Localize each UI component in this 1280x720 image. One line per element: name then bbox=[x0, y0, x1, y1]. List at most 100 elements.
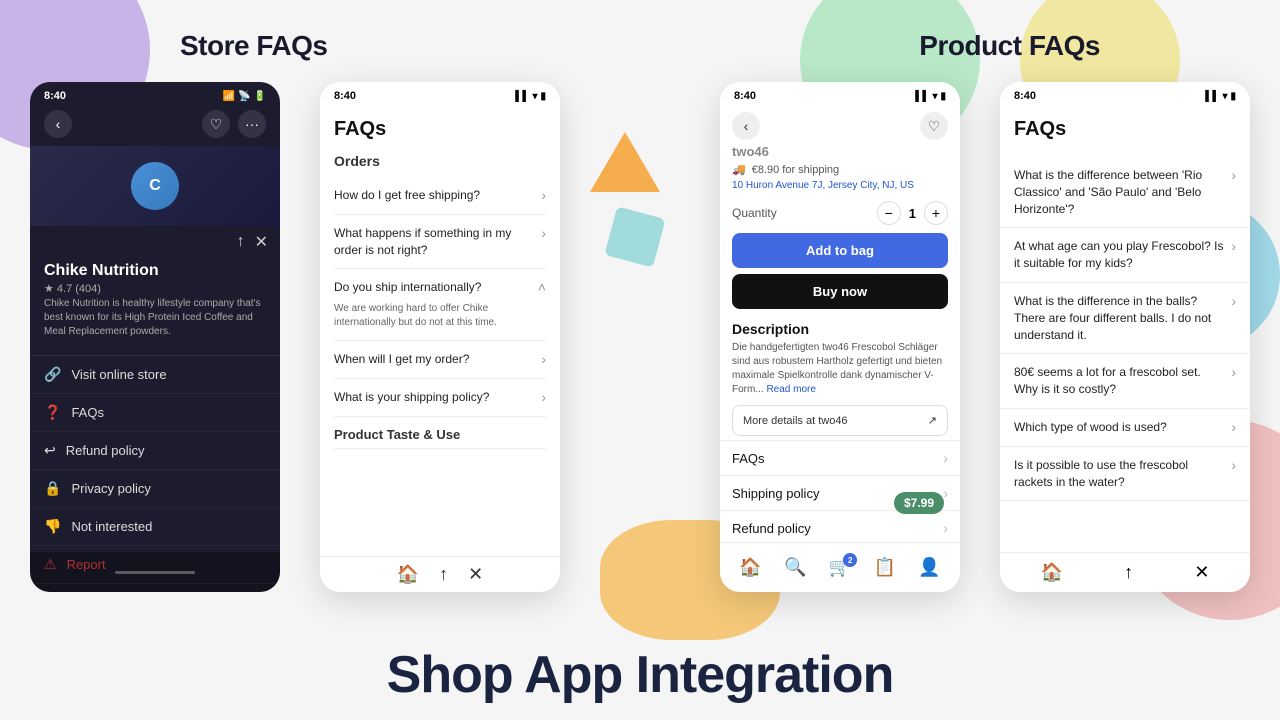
quantity-label: Quantity bbox=[732, 206, 777, 220]
product-search-icon[interactable]: 🔍 bbox=[784, 557, 806, 578]
link-shipping-label: Shipping policy bbox=[732, 486, 819, 501]
back-button[interactable]: ‹ bbox=[44, 110, 72, 138]
faqs-time: 8:40 bbox=[334, 90, 356, 102]
faq-item-1[interactable]: How do I get free shipping? › bbox=[334, 177, 546, 215]
right-battery-icon: ▮ bbox=[1230, 91, 1236, 102]
right-faq-question-2: At what age can you play Frescobol? Is i… bbox=[1014, 238, 1225, 272]
shipping-price: €8.90 for shipping bbox=[752, 164, 839, 176]
right-faq-item-2[interactable]: At what age can you play Frescobol? Is i… bbox=[1000, 228, 1250, 283]
store-menu-visit[interactable]: 🔗 Visit online store bbox=[30, 356, 280, 394]
right-faq-item-3[interactable]: What is the difference in the balls? The… bbox=[1000, 283, 1250, 354]
home-indicator bbox=[115, 571, 195, 574]
store-name: Chike Nutrition bbox=[44, 262, 266, 280]
close-icon[interactable]: ✕ bbox=[255, 232, 268, 252]
buy-now-button[interactable]: Buy now bbox=[732, 274, 948, 309]
right-faq-item-4[interactable]: 80€ seems a lot for a frescobol set. Why… bbox=[1000, 354, 1250, 409]
right-faq-chevron-1: › bbox=[1231, 167, 1236, 183]
bottom-home-icon[interactable]: 🏠 bbox=[397, 564, 419, 585]
right-faqs-time: 8:40 bbox=[1014, 90, 1036, 102]
right-faq-chevron-3: › bbox=[1231, 293, 1236, 309]
faqs-status-icons: ▌▌ ▾ ▮ bbox=[515, 91, 546, 102]
right-bottom-share-icon[interactable]: ↑ bbox=[1124, 562, 1133, 583]
faqs-icon: ❓ bbox=[44, 404, 61, 421]
faq-question-1: How do I get free shipping? bbox=[334, 187, 535, 204]
right-faq-item-6[interactable]: Is it possible to use the frescobol rack… bbox=[1000, 447, 1250, 502]
product-time: 8:40 bbox=[734, 90, 756, 102]
faq-item-2[interactable]: What happens if something in my order is… bbox=[334, 215, 546, 270]
bottom-share-icon[interactable]: ↑ bbox=[439, 564, 448, 585]
right-faq-question-5: Which type of wood is used? bbox=[1014, 419, 1225, 436]
faq-chevron-4: › bbox=[541, 351, 546, 367]
cart-badge: 2 bbox=[843, 553, 857, 567]
description-text: Die handgefertigten two46 Frescobol Schl… bbox=[720, 341, 960, 401]
right-signal-icon: ▌▌ bbox=[1205, 91, 1219, 102]
product-profile-icon[interactable]: 👤 bbox=[918, 557, 940, 578]
favorite-button[interactable]: ♡ bbox=[202, 110, 230, 138]
store-rating: ★ 4.7 (404) bbox=[44, 282, 266, 295]
product-orders-icon[interactable]: 📋 bbox=[874, 557, 896, 578]
product-favorite-button[interactable]: ♡ bbox=[920, 112, 948, 140]
right-faqs-title: FAQs bbox=[1014, 118, 1236, 141]
store-menu-refund[interactable]: ↩ Refund policy bbox=[30, 432, 280, 470]
faq-item-3[interactable]: Do you ship internationally? We are work… bbox=[334, 269, 546, 341]
product-phone: 8:40 ▌▌ ▾ ▮ ‹ ♡ two46 🚚 €8.90 for shippi… bbox=[720, 82, 960, 592]
share-icon[interactable]: ↑ bbox=[237, 233, 245, 251]
faq-question-4: When will I get my order? bbox=[334, 351, 535, 368]
visit-icon: 🔗 bbox=[44, 366, 61, 383]
faq-answer-3: We are working hard to offer Chike inter… bbox=[334, 302, 532, 330]
right-bottom-home-icon[interactable]: 🏠 bbox=[1041, 562, 1063, 583]
right-faq-chevron-4: › bbox=[1231, 364, 1236, 380]
refund-icon: ↩ bbox=[44, 442, 56, 459]
price-badge: $7.99 bbox=[894, 492, 944, 514]
add-to-bag-button[interactable]: Add to bag bbox=[732, 233, 948, 268]
product-link-refund[interactable]: Refund policy › bbox=[720, 511, 960, 546]
right-bottom-close-icon[interactable]: ✕ bbox=[1194, 562, 1209, 583]
product-home-icon[interactable]: 🏠 bbox=[739, 557, 761, 578]
faq-item-5[interactable]: What is your shipping policy? › bbox=[334, 379, 546, 417]
faqs-bottom-icons: 🏠 ↑ ✕ bbox=[397, 564, 484, 585]
link-refund-chevron: › bbox=[943, 520, 948, 536]
store-menu-faqs[interactable]: ❓ FAQs bbox=[30, 394, 280, 432]
quantity-decrease-button[interactable]: − bbox=[877, 201, 901, 225]
privacy-label: Privacy policy bbox=[71, 481, 150, 496]
sections-row: Store FAQs Product FAQs bbox=[0, 0, 1280, 72]
read-more-link[interactable]: Read more bbox=[766, 384, 815, 395]
external-link-icon: ↗ bbox=[928, 414, 937, 427]
store-menu-privacy[interactable]: 🔒 Privacy policy bbox=[30, 470, 280, 508]
more-details-button[interactable]: More details at two46 ↗ bbox=[732, 405, 948, 436]
right-faqs-bottom-bar: 🏠 ↑ ✕ bbox=[1000, 552, 1250, 592]
right-faqs-status-bar: 8:40 ▌▌ ▾ ▮ bbox=[1000, 82, 1250, 106]
more-button[interactable]: ··· bbox=[238, 110, 266, 138]
right-faq-item-5[interactable]: Which type of wood is used? › bbox=[1000, 409, 1250, 447]
orders-section-label: Orders bbox=[334, 153, 546, 169]
faqs-bottom-bar: 🏠 ↑ ✕ bbox=[320, 556, 560, 592]
product-faqs-title: Product FAQs bbox=[919, 30, 1100, 62]
right-wifi-icon: ▾ bbox=[1222, 91, 1227, 102]
right-faqs-status-icons: ▌▌ ▾ ▮ bbox=[1205, 91, 1236, 102]
faq-item-4[interactable]: When will I get my order? › bbox=[334, 341, 546, 379]
product-link-faqs[interactable]: FAQs › bbox=[720, 441, 960, 476]
right-faq-item-1[interactable]: What is the difference between 'Rio Clas… bbox=[1000, 157, 1250, 228]
store-menu-not-interested[interactable]: 👎 Not interested bbox=[30, 508, 280, 546]
quantity-value: 1 bbox=[909, 206, 916, 221]
store-description: Chike Nutrition is healthy lifestyle com… bbox=[44, 297, 266, 339]
faq-question-3: Do you ship internationally? bbox=[334, 279, 532, 296]
product-brand: two46 bbox=[720, 144, 960, 161]
store-nav-right: ♡ ··· bbox=[202, 110, 266, 138]
product-signal-icon: ▌▌ bbox=[915, 91, 929, 102]
right-faq-chevron-2: › bbox=[1231, 238, 1236, 254]
quantity-increase-button[interactable]: + bbox=[924, 201, 948, 225]
right-faq-question-3: What is the difference in the balls? The… bbox=[1014, 293, 1225, 343]
link-shipping-chevron: › bbox=[943, 485, 948, 501]
product-back-button[interactable]: ‹ bbox=[732, 112, 760, 140]
product-status-icons: ▌▌ ▾ ▮ bbox=[915, 91, 946, 102]
faqs-content: FAQs Orders How do I get free shipping? … bbox=[320, 106, 560, 461]
faq-chevron-3: ˄ bbox=[538, 279, 546, 295]
bottom-close-icon[interactable]: ✕ bbox=[468, 564, 483, 585]
faq-question-2: What happens if something in my order is… bbox=[334, 225, 535, 259]
product-nav-top: ‹ ♡ bbox=[720, 106, 960, 144]
faqs-wifi-icon: ▾ bbox=[532, 91, 537, 102]
product-cart-icon[interactable]: 🛒2 bbox=[829, 557, 851, 578]
battery-icon: 🔋 bbox=[254, 91, 266, 102]
store-menu: 🔗 Visit online store ❓ FAQs ↩ Refund pol… bbox=[30, 355, 280, 584]
